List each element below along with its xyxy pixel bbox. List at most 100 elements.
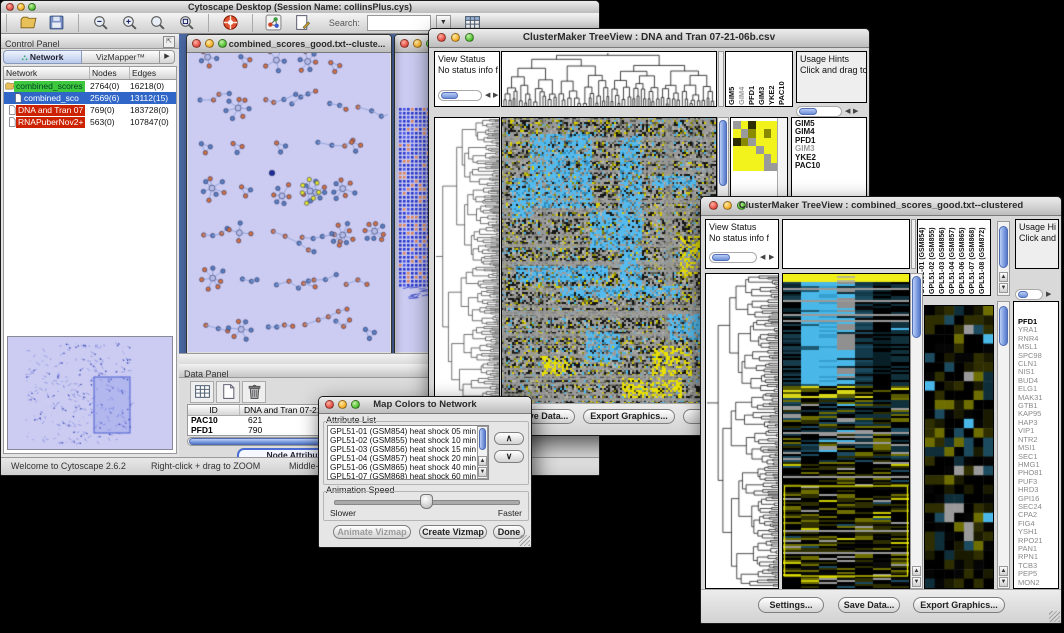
move-down-button[interactable]: ∨ <box>494 450 524 463</box>
zoom-matrix-cell[interactable] <box>741 138 749 146</box>
zoom-matrix-cell[interactable] <box>733 138 741 146</box>
open-session-icon[interactable] <box>17 13 39 33</box>
column-label[interactable]: PFD1 <box>747 53 757 105</box>
zoom-matrix-cell[interactable] <box>748 146 756 154</box>
column-label[interactable]: GPL51-06 (GSM865) <box>959 221 969 294</box>
search-input[interactable] <box>367 15 431 31</box>
row-label[interactable]: PAC10 <box>795 162 866 170</box>
zoom-matrix-cell[interactable] <box>764 146 772 154</box>
tab-vizmapper[interactable]: VizMapper™ <box>82 50 160 64</box>
zoom-matrix-cell[interactable] <box>748 154 756 162</box>
minimize-icon[interactable] <box>413 39 422 48</box>
column-dendrogram-panel[interactable] <box>782 219 910 269</box>
view-status-scrollbar[interactable] <box>438 90 482 101</box>
zoom-selected-icon[interactable] <box>147 13 169 33</box>
scroll-up-icon[interactable]: ▲ <box>478 456 487 466</box>
network-table-row[interactable]: DNA and Tran 07769(0)183728(0) <box>4 104 176 116</box>
zoom-matrix-cell[interactable] <box>764 154 772 162</box>
column-label[interactable]: YKE2 <box>767 53 777 105</box>
zoom-matrix-cell[interactable] <box>733 146 741 154</box>
heatmap-global-view[interactable] <box>783 274 909 588</box>
column-label[interactable]: GPL51-04 (GSM857) <box>949 221 959 294</box>
float-panel-icon[interactable]: ⇱ <box>163 36 175 48</box>
move-up-button[interactable]: ∧ <box>494 432 524 445</box>
zoom-matrix-cell[interactable] <box>733 154 741 162</box>
close-icon[interactable] <box>192 39 201 48</box>
network-table-row[interactable]: combined_sco2569(6)13112(15) <box>4 92 176 104</box>
zoom-fit-icon[interactable] <box>175 13 197 33</box>
scroll-up-icon[interactable]: ▲ <box>999 566 1008 576</box>
scroll-left-icon[interactable]: ◀ <box>485 90 490 101</box>
heatmap-global-view[interactable] <box>502 118 716 403</box>
heatmap-vscrollbar[interactable]: ▲ ▼ <box>910 273 923 589</box>
column-label[interactable]: GIM4 <box>737 53 747 105</box>
column-label[interactable]: PAC10 <box>777 53 787 105</box>
zoom-matrix-cell[interactable] <box>748 138 756 146</box>
zoom-matrix-cell[interactable] <box>733 163 741 171</box>
zoom-matrix-cell[interactable] <box>764 121 772 129</box>
delete-attribute-icon[interactable] <box>242 381 266 403</box>
network-table-header[interactable]: Network Nodes Edges <box>4 67 176 80</box>
resize-grip[interactable] <box>1049 611 1060 622</box>
annotation-icon[interactable] <box>291 13 313 33</box>
zoom-matrix-cell[interactable] <box>748 121 756 129</box>
usage-hints-scrollbar[interactable] <box>1015 289 1043 300</box>
save-data-button[interactable]: Save Data... <box>838 597 900 613</box>
speed-slider-thumb[interactable] <box>420 494 433 509</box>
column-label[interactable]: GIM5 <box>727 53 737 105</box>
column-scroll-strip[interactable] <box>718 51 724 107</box>
zoom-window-icon[interactable] <box>218 39 227 48</box>
birdseye-view[interactable] <box>7 336 173 450</box>
network-table-row[interactable]: combined_scores2764(0)16218(0) <box>4 80 176 92</box>
network-view-canvas[interactable] <box>188 53 388 351</box>
scroll-right-icon[interactable]: ▶ <box>853 106 858 117</box>
column-label[interactable]: GPL51-08 (GSM872) <box>979 221 989 294</box>
row-dendrogram[interactable] <box>435 118 499 403</box>
zoom-matrix-cell[interactable] <box>741 163 749 171</box>
column-dendrogram[interactable] <box>502 52 716 106</box>
export-graphics-button[interactable]: Export Graphics... <box>913 597 1005 613</box>
save-session-icon[interactable] <box>46 13 68 33</box>
zoom-matrix-cell[interactable] <box>733 129 741 137</box>
zoom-matrix-cell[interactable] <box>756 121 764 129</box>
attribute-list-item[interactable]: GPL51-02 (GSM855) heat shock 10 min <box>330 436 488 445</box>
scroll-right-icon[interactable]: ▶ <box>1046 289 1051 300</box>
minimize-icon[interactable] <box>205 39 214 48</box>
zoom-matrix-cell[interactable] <box>756 138 764 146</box>
network-overview-icon[interactable] <box>263 13 285 33</box>
resize-grip[interactable] <box>519 535 530 546</box>
zoom-matrix-cell[interactable] <box>756 163 764 171</box>
row-dendrogram[interactable] <box>706 274 778 588</box>
gene-label[interactable]: MON2 <box>1018 579 1058 587</box>
zoom-matrix-cell[interactable] <box>756 129 764 137</box>
attribute-list-item[interactable]: GPL51-03 (GSM856) heat shock 15 min <box>330 445 488 454</box>
tab-overflow-icon[interactable]: ▶ <box>160 50 175 64</box>
zoom-matrix-cell[interactable] <box>764 138 772 146</box>
zoom-matrix-cell[interactable] <box>764 129 772 137</box>
select-attributes-icon[interactable] <box>190 381 214 403</box>
scroll-left-icon[interactable]: ◀ <box>845 106 850 117</box>
zoom-out-icon[interactable] <box>90 13 112 33</box>
scroll-right-icon[interactable]: ▶ <box>769 252 774 263</box>
zoom-matrix-cell[interactable] <box>741 154 749 162</box>
animate-vizmap-button[interactable]: Animate Vizmap <box>333 525 411 539</box>
attribute-list-item[interactable]: GPL51-04 (GSM857) heat shock 20 min <box>330 454 488 463</box>
scroll-up-icon[interactable]: ▲ <box>912 566 921 576</box>
heatmap-zoom-view[interactable] <box>925 306 993 588</box>
attribute-list-item[interactable]: GPL51-06 (GSM865) heat shock 40 min <box>330 463 488 472</box>
new-attribute-icon[interactable] <box>216 381 240 403</box>
scroll-up-icon[interactable]: ▲ <box>999 272 1008 282</box>
scroll-down-icon[interactable]: ▼ <box>999 283 1008 293</box>
help-icon[interactable] <box>219 13 241 33</box>
column-label[interactable]: GPL51-02 (GSM855) <box>929 221 939 294</box>
create-vizmap-button[interactable]: Create Vizmap <box>419 525 487 539</box>
zoom-vscrollbar[interactable]: ▲ ▼ <box>997 301 1010 589</box>
zoom-matrix-cell[interactable] <box>748 163 756 171</box>
zoom-matrix-cell[interactable] <box>741 129 749 137</box>
export-graphics-button[interactable]: Export Graphics... <box>583 409 675 424</box>
column-label[interactable]: GPL51-07 (GSM868) <box>969 221 979 294</box>
scroll-down-icon[interactable]: ▼ <box>912 577 921 587</box>
network-table-row[interactable]: RNAPuberNov2+563(0)107847(0) <box>4 116 176 128</box>
scroll-down-icon[interactable]: ▼ <box>478 467 487 477</box>
column-label[interactable]: GPL51-03 (GSM856) <box>939 221 949 294</box>
